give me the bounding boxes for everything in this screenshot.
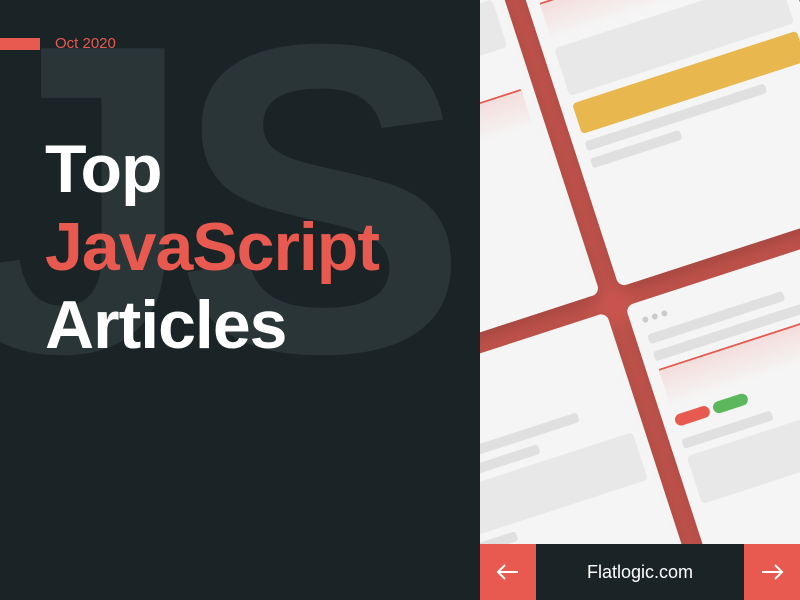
title-line-2: JavaScript bbox=[45, 208, 379, 286]
next-button[interactable] bbox=[744, 544, 800, 600]
brand-area[interactable]: Flatlogic.com bbox=[536, 544, 744, 600]
title-line-3: Articles bbox=[45, 286, 379, 364]
date-label: Oct 2020 bbox=[55, 35, 116, 52]
prev-button[interactable] bbox=[480, 544, 536, 600]
arrow-left-icon bbox=[496, 562, 520, 582]
brand-label: Flatlogic.com bbox=[587, 562, 693, 583]
date-row: Oct 2020 bbox=[0, 35, 116, 52]
hero-left-panel: JS Oct 2020 Top JavaScript Articles bbox=[0, 0, 480, 600]
accent-bar bbox=[0, 38, 40, 50]
arrow-right-icon bbox=[760, 562, 784, 582]
hero-right-panel: Flatlogic.com bbox=[480, 0, 800, 600]
dashboard-mockup-collage bbox=[480, 0, 800, 600]
bottom-nav-bar: Flatlogic.com bbox=[480, 544, 800, 600]
title-block: Top JavaScript Articles bbox=[45, 130, 379, 365]
title-line-1: Top bbox=[45, 130, 379, 208]
